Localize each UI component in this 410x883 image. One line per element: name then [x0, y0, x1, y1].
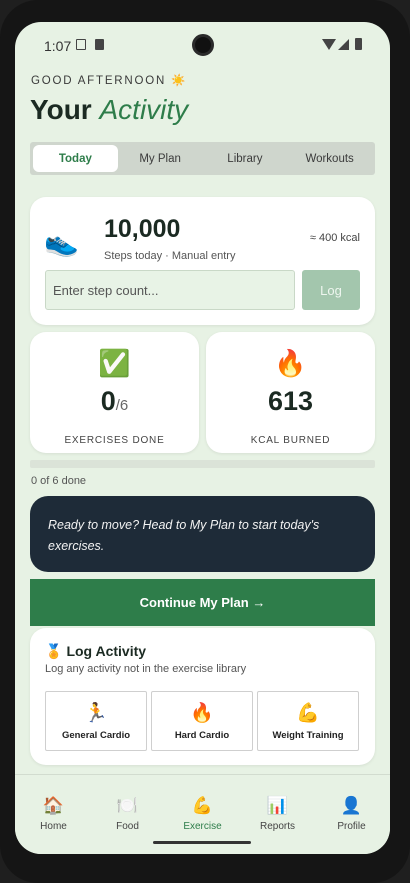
- kcal-burned-label: KCAL BURNED: [250, 435, 331, 446]
- tab-my-plan[interactable]: My Plan: [118, 145, 203, 172]
- steps-subtitle: Steps today · Manual entry: [104, 250, 236, 262]
- log-steps-button[interactable]: Log: [302, 270, 360, 310]
- progress-text: 0 of 6 done: [31, 475, 87, 487]
- nav-food[interactable]: 🍽️ Food: [90, 796, 165, 832]
- hard-cardio-label: Hard Cardio: [174, 730, 230, 741]
- app-screen: 1:07 GOOD AFTERNOON ☀️ Your Activity Tod…: [15, 22, 390, 854]
- flexed-biceps-icon: 💪: [191, 796, 214, 815]
- continue-my-plan-button[interactable]: Continue My Plan →: [30, 579, 375, 626]
- status-time: 1:07: [44, 38, 72, 54]
- motivation-banner: Ready to move? Head to My Plan to start …: [30, 496, 375, 572]
- kcal-estimate: ≈ 400 kcal: [309, 232, 360, 244]
- nav-home-label: Home: [40, 821, 67, 832]
- bar-chart-icon: 📊: [266, 796, 289, 815]
- flexed-biceps-icon: 💪: [296, 703, 320, 724]
- log-activity-card: 🏅 Log Activity Log any activity not in th…: [30, 628, 375, 765]
- phone-frame: 1:07 GOOD AFTERNOON ☀️ Your Activity Tod…: [0, 0, 410, 883]
- notification-icon: [76, 39, 86, 50]
- title-accent: Activity: [99, 94, 189, 125]
- sneaker-icon: 👟: [44, 226, 79, 257]
- sd-card-icon: [95, 39, 104, 50]
- nav-home[interactable]: 🏠 Home: [16, 796, 91, 832]
- log-activity-title: 🏅 Log Activity: [45, 643, 146, 660]
- hard-cardio-button[interactable]: 🔥 Hard Cardio: [151, 691, 253, 751]
- status-bar: 1:07: [15, 22, 390, 68]
- tab-workouts[interactable]: Workouts: [287, 145, 372, 172]
- nav-exercise-label: Exercise: [183, 821, 222, 832]
- log-activity-subtitle: Log any activity not in the exercise lib…: [45, 663, 247, 675]
- medal-icon: 🏅: [45, 643, 63, 659]
- progress-bar: [30, 460, 375, 468]
- camera-cutout: [192, 34, 214, 56]
- nav-profile-label: Profile: [337, 821, 366, 832]
- kcal-burned-value: 613: [267, 386, 314, 416]
- log-activity-heading: Log Activity: [66, 643, 147, 659]
- weight-training-label: Weight Training: [272, 730, 344, 741]
- check-icon: ✅: [98, 348, 131, 378]
- exercises-total: /6: [115, 397, 129, 414]
- fire-icon: 🔥: [190, 703, 214, 724]
- step-count-input[interactable]: [45, 270, 295, 310]
- home-indicator[interactable]: [153, 841, 251, 844]
- tab-bar: Today My Plan Library Workouts: [30, 142, 375, 175]
- page-title: Your Activity: [30, 94, 188, 126]
- house-icon: 🏠: [42, 796, 65, 815]
- title-plain: Your: [30, 94, 100, 125]
- tab-today[interactable]: Today: [33, 145, 118, 172]
- tab-library[interactable]: Library: [203, 145, 288, 172]
- weight-training-button[interactable]: 💪 Weight Training: [257, 691, 359, 751]
- person-icon: 👤: [340, 796, 363, 815]
- exercises-done-count: 0: [100, 386, 116, 416]
- nav-profile[interactable]: 👤 Profile: [314, 796, 389, 832]
- signal-icon: [338, 39, 349, 50]
- steps-value: 10,000: [104, 215, 181, 243]
- exercises-done-label: EXERCISES DONE: [64, 435, 165, 446]
- nav-exercise[interactable]: 💪 Exercise: [165, 796, 240, 832]
- battery-icon: [355, 38, 362, 50]
- fire-icon: 🔥: [274, 348, 307, 378]
- greeting: GOOD AFTERNOON ☀️: [31, 75, 188, 87]
- general-cardio-label: General Cardio: [61, 730, 131, 741]
- running-icon: 🏃: [84, 703, 108, 724]
- nav-reports[interactable]: 📊 Reports: [240, 796, 315, 832]
- nav-food-label: Food: [116, 821, 139, 832]
- nav-reports-label: Reports: [259, 821, 295, 832]
- wifi-icon: [322, 39, 336, 50]
- general-cardio-button[interactable]: 🏃 General Cardio: [45, 691, 147, 751]
- steps-card: 👟 10,000 Steps today · Manual entry ≈ 40…: [30, 197, 375, 325]
- exercises-done-card: ✅ 0/6 EXERCISES DONE: [30, 332, 199, 453]
- exercises-done-value: 0/6: [30, 386, 199, 417]
- kcal-burned-card: 🔥 613 KCAL BURNED: [206, 332, 375, 453]
- plate-icon: 🍽️: [116, 796, 139, 815]
